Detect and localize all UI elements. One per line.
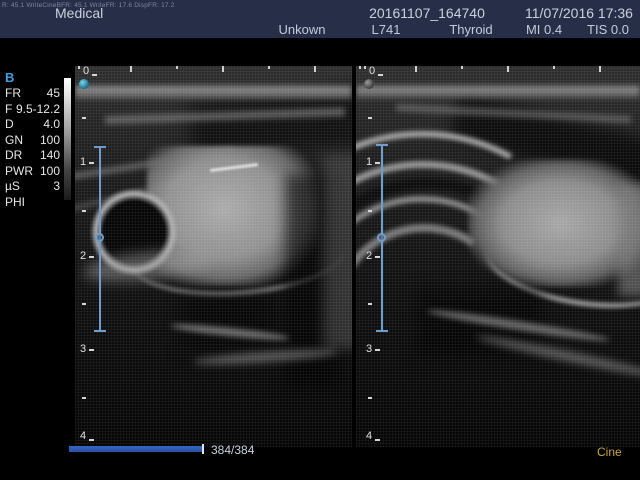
ruler-tick: [176, 66, 178, 69]
depth-label: 4: [80, 431, 86, 442]
cine-status-label: Cine: [597, 445, 622, 459]
param-row: D4.0: [5, 117, 60, 133]
ruler-tick: [375, 349, 380, 351]
depth-label: 1: [80, 157, 86, 168]
depth-label: 0: [369, 66, 375, 77]
param-row: F9.5-12.2: [5, 102, 60, 118]
depth-label: 1: [366, 157, 372, 168]
ruler-tick: [89, 439, 94, 441]
ruler-tick: [89, 162, 94, 164]
ruler-tick: [368, 210, 372, 212]
frame-counter: 384/384: [211, 443, 254, 457]
caliper-midpoint-handle[interactable]: [377, 233, 386, 242]
datetime: 11/07/2016 17:36: [520, 5, 638, 21]
ruler-tick: [415, 66, 417, 72]
param-row: DR140: [5, 148, 60, 164]
ruler-tick: [130, 66, 132, 72]
ruler-tick: [314, 66, 316, 72]
thyroid-lobe: [468, 159, 640, 287]
cine-progress-bar[interactable]: [69, 446, 203, 452]
ruler-tick: [599, 66, 601, 72]
system-name: Medical: [55, 5, 103, 21]
depth-label: 2: [80, 251, 86, 262]
study-id: 20161107_164740: [360, 5, 494, 21]
ultrasound-screen: R: 45.1 WriteCineBFR: 45.1 WriteFR: 17.6…: [0, 0, 640, 480]
ruler-tick: [507, 66, 509, 72]
depth-label: 3: [80, 344, 86, 355]
ruler-tick: [89, 256, 94, 258]
ultrasound-image-left: 0 1 2 3 4: [75, 66, 352, 447]
ruler-tick: [461, 66, 463, 69]
ruler-tick: [368, 117, 372, 119]
ruler-tick: [375, 439, 380, 441]
ruler-tick: [222, 66, 224, 72]
caliper-bottom-cap[interactable]: [94, 330, 106, 332]
probe-orientation-marker: [364, 79, 374, 89]
ruler-tick: [89, 349, 94, 351]
carotid-artery-cross-section: [90, 188, 178, 276]
param-row: GN100: [5, 133, 60, 149]
grayscale-calibration-bar: [64, 78, 71, 200]
caliper-midpoint-handle[interactable]: [95, 233, 104, 242]
param-row: PWR100: [5, 164, 60, 180]
param-row: µS3: [5, 179, 60, 195]
mode-indicator: B: [5, 70, 14, 85]
caliper-bottom-cap[interactable]: [376, 330, 388, 332]
header-bar: R: 45.1 WriteCineBFR: 45.1 WriteFR: 17.6…: [0, 0, 640, 38]
ruler-tick: [92, 74, 97, 76]
ruler-tick: [378, 74, 383, 76]
ruler-tick: [268, 66, 270, 69]
ultrasound-image-right: 0 1 2 3 4: [356, 66, 640, 447]
parameter-panel: FR45 F9.5-12.2 D4.0 GN100 DR140 PWR100 µ…: [5, 86, 60, 210]
depth-label: 2: [366, 251, 372, 262]
ruler-tick: [359, 66, 361, 69]
ruler-tick: [82, 210, 86, 212]
cine-position-handle[interactable]: [202, 444, 204, 454]
ruler-tick: [82, 397, 86, 399]
param-row: FR45: [5, 86, 60, 102]
ruler-tick: [82, 117, 86, 119]
ruler-tick: [553, 66, 555, 69]
depth-label: 4: [366, 431, 372, 442]
ruler-tick: [78, 66, 80, 69]
ruler-tick: [368, 397, 372, 399]
depth-label: 0: [83, 66, 89, 77]
param-row: PHI: [5, 195, 60, 211]
ruler-tick: [368, 303, 372, 305]
thermal-index: TIS 0.0: [553, 22, 640, 37]
probe-orientation-marker: [79, 79, 89, 89]
ruler-tick: [375, 162, 380, 164]
ruler-tick: [82, 303, 86, 305]
depth-label: 3: [366, 344, 372, 355]
ruler-tick: [364, 66, 366, 69]
ruler-tick: [375, 256, 380, 258]
